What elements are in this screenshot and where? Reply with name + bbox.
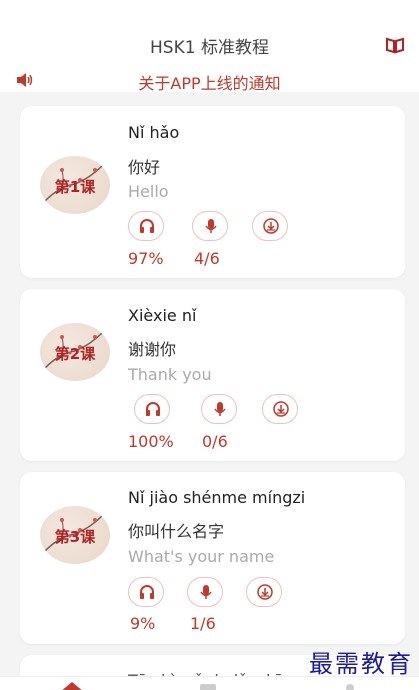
notice-bar[interactable]: 关于APP上线的通知 (0, 70, 419, 94)
record-count: 4/6 (194, 249, 220, 268)
profile-icon (346, 684, 354, 690)
pinyin-text: Nǐ hǎo (128, 123, 180, 142)
listen-progress: 9% (130, 614, 156, 633)
page-title: HSK1 标准教程 (150, 38, 269, 58)
microphone-icon (205, 219, 217, 233)
lesson-number: 第1课 (54, 178, 96, 196)
record-count: 1/6 (190, 614, 216, 633)
hanzi-text: 你好 (128, 158, 161, 177)
pinyin-text: Xièxie nǐ (128, 306, 197, 325)
english-text: What's your name (128, 547, 275, 566)
download-button[interactable] (262, 394, 298, 424)
download-button[interactable] (246, 577, 282, 607)
record-button[interactable] (187, 577, 223, 607)
download-icon (273, 401, 289, 417)
lesson-badge: 第2课 (40, 323, 110, 381)
lesson-number: 第3课 (54, 528, 96, 546)
listen-progress: 97% (128, 249, 164, 268)
tab-icons[interactable] (0, 678, 419, 690)
listen-button[interactable] (134, 394, 170, 424)
notice-text[interactable]: 关于APP上线的通知 (0, 70, 419, 94)
hanzi-text: 你叫什么名字 (128, 522, 225, 541)
record-count: 0/6 (202, 432, 228, 451)
lesson-badge: 第1课 (40, 156, 110, 214)
headphones-icon (146, 402, 160, 416)
lesson-card[interactable]: 第2课 Xièxie nǐ 谢谢你 Thank you 100% 0/6 (20, 289, 405, 461)
lesson-badge: 第3课 (40, 506, 110, 564)
app-header: HSK1 标准教程 关于APP上线的通知 (0, 0, 419, 94)
record-button[interactable] (192, 211, 228, 241)
lesson-list[interactable]: 第1课 Nǐ hǎo 你好 Hello 97% 4/6 第2课 Xièxie n… (0, 92, 419, 690)
microphone-icon (200, 585, 212, 599)
headphones-icon (140, 219, 154, 233)
lesson-card[interactable]: 第1课 Nǐ hǎo 你好 Hello 97% 4/6 (20, 106, 405, 278)
english-text: Thank you (128, 365, 212, 384)
listen-progress: 100% (128, 432, 174, 451)
book-tab-icon (200, 684, 216, 690)
microphone-icon (214, 402, 226, 416)
download-icon (257, 584, 273, 600)
lesson-number: 第2课 (54, 345, 96, 363)
book-icon[interactable] (385, 36, 405, 54)
home-icon (62, 682, 82, 690)
download-button[interactable] (252, 211, 288, 241)
listen-button[interactable] (128, 577, 164, 607)
english-text: Hello (128, 182, 169, 201)
listen-button[interactable] (128, 211, 164, 241)
download-icon (263, 218, 279, 234)
lesson-card[interactable]: 第3课 Nǐ jiào shénme míngzi 你叫什么名字 What's … (20, 472, 405, 644)
headphones-icon (140, 585, 154, 599)
watermark: 最需教育 (309, 650, 413, 678)
hanzi-text: 谢谢你 (128, 340, 177, 359)
record-button[interactable] (201, 394, 237, 424)
pinyin-text: Nǐ jiào shénme míngzi (128, 488, 306, 507)
